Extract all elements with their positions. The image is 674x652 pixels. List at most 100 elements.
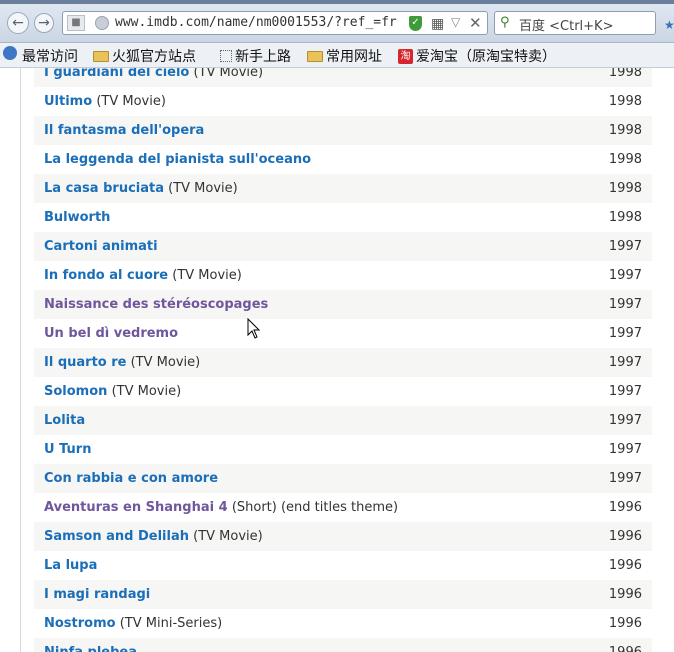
- film-title-cell: Lolita: [44, 406, 85, 435]
- bookmark-label: 火狐官方站点: [112, 49, 196, 65]
- film-title-link[interactable]: Solomon: [44, 384, 107, 399]
- film-title-cell: Samson and Delilah (TV Movie): [44, 522, 263, 551]
- filmography-row: La leggenda del pianista sull'oceano 1998: [34, 145, 652, 174]
- bookmark-most-visited[interactable]: 最常访问: [22, 46, 78, 66]
- film-type-label: (TV Movie): [172, 268, 242, 283]
- url-dropdown-icon[interactable]: ▽: [451, 15, 460, 29]
- film-title-cell: La leggenda del pianista sull'oceano: [44, 145, 311, 174]
- filmography-row: Il fantasma dell'opera 1998: [34, 116, 652, 145]
- address-bar[interactable]: ■ www.imdb.com/name/nm0001553/?ref_=fr ✓…: [62, 11, 488, 35]
- filmography-row: Solomon (TV Movie) 1997: [34, 377, 652, 406]
- film-title-link[interactable]: Nostromo: [44, 616, 116, 631]
- bookmark-getting-started[interactable]: 新手上路: [220, 46, 291, 66]
- film-year: 1998: [608, 123, 642, 138]
- film-title-cell: Solomon (TV Movie): [44, 377, 181, 406]
- film-year: 1998: [608, 152, 642, 167]
- filmography-row: In fondo al cuore (TV Movie) 1997: [34, 261, 652, 290]
- film-year: 1997: [608, 239, 642, 254]
- folder-icon: [93, 50, 109, 62]
- filmography-row: Ultimo (TV Movie) 1998: [34, 87, 652, 116]
- security-shield-icon[interactable]: ✓: [409, 16, 422, 31]
- bookmarks-menu-icon[interactable]: [3, 46, 20, 60]
- film-title-cell: Bulworth: [44, 203, 110, 232]
- filmography-row: I magi randagi 1996: [34, 580, 652, 609]
- search-icon[interactable]: ⚲: [500, 15, 510, 30]
- film-title-cell: Il quarto re (TV Movie): [44, 348, 200, 377]
- bookmark-label: 常用网址: [326, 49, 382, 65]
- film-title-cell: Naissance des stéréoscopages: [44, 290, 268, 319]
- film-year: 1997: [608, 471, 642, 486]
- search-box[interactable]: ⚲ 百度 <Ctrl+K>: [494, 11, 656, 35]
- filmography-row: Aventuras en Shanghai 4 (Short) (end tit…: [34, 493, 652, 522]
- film-title-link[interactable]: Il fantasma dell'opera: [44, 123, 204, 138]
- qr-code-icon[interactable]: ▦: [431, 16, 444, 32]
- film-title-link[interactable]: La lupa: [44, 558, 97, 573]
- film-year: 1997: [608, 326, 642, 341]
- filmography-row: Lolita 1997: [34, 406, 652, 435]
- film-title-link[interactable]: I magi randagi: [44, 587, 150, 602]
- film-title-link[interactable]: Naissance des stéréoscopages: [44, 297, 268, 312]
- film-title-link[interactable]: Bulworth: [44, 210, 110, 225]
- film-year: 1997: [608, 268, 642, 283]
- film-title-link[interactable]: Ultimo: [44, 94, 92, 109]
- search-placeholder[interactable]: 百度 <Ctrl+K>: [519, 15, 613, 34]
- taobao-icon: 淘: [398, 48, 413, 64]
- bookmark-label: 新手上路: [235, 49, 291, 65]
- bookmark-label: 爱淘宝（原淘宝特卖）: [416, 49, 556, 65]
- url-text[interactable]: www.imdb.com/name/nm0001553/?ref_=fr: [115, 15, 397, 30]
- film-title-link[interactable]: Lolita: [44, 413, 85, 428]
- filmography-row: I guardiani del cielo (TV Movie) 1998: [34, 68, 652, 87]
- film-year: 1996: [608, 529, 642, 544]
- film-title-link[interactable]: La leggenda del pianista sull'oceano: [44, 152, 311, 167]
- film-year: 1997: [608, 413, 642, 428]
- film-type-label: (TV Movie): [168, 181, 238, 196]
- stop-icon[interactable]: ✕: [469, 14, 482, 32]
- film-title-link[interactable]: La casa bruciata: [44, 181, 164, 196]
- bookmark-ai-taobao[interactable]: 淘 爱淘宝（原淘宝特卖）: [398, 46, 556, 66]
- film-title-link[interactable]: Con rabbia e con amore: [44, 471, 218, 486]
- film-title-link[interactable]: Cartoni animati: [44, 239, 158, 254]
- film-type-label: (TV Movie): [111, 384, 182, 399]
- film-title-cell: Aventuras en Shanghai 4 (Short) (end tit…: [44, 493, 398, 522]
- forward-arrow-icon: →: [38, 15, 50, 31]
- film-title-cell: La lupa: [44, 551, 97, 580]
- film-title-cell: In fondo al cuore (TV Movie): [44, 261, 242, 290]
- back-button[interactable]: ←: [7, 12, 29, 34]
- film-title-link[interactable]: I guardiani del cielo: [44, 68, 189, 80]
- page-icon[interactable]: ■: [67, 15, 85, 31]
- film-year: 1998: [608, 181, 642, 196]
- film-title-link[interactable]: Aventuras en Shanghai 4: [44, 500, 228, 515]
- bookmark-firefox-official[interactable]: 火狐官方站点: [93, 46, 196, 66]
- film-year: 1997: [608, 355, 642, 370]
- film-title-link[interactable]: Un bel dì vedremo: [44, 326, 178, 341]
- filmography-row: Con rabbia e con amore 1997: [34, 464, 652, 493]
- film-year: 1998: [608, 94, 642, 109]
- filmography-row: U Turn 1997: [34, 435, 652, 464]
- content-left-border: [20, 68, 21, 652]
- filmography-row: Cartoni animati 1997: [34, 232, 652, 261]
- film-title-cell: I magi randagi: [44, 580, 150, 609]
- bookmark-star-icon[interactable]: ★: [664, 18, 674, 32]
- film-title-link[interactable]: Il quarto re: [44, 355, 126, 370]
- film-title-cell: Ninfa plebea: [44, 638, 137, 652]
- filmography-list: I guardiani del cielo (TV Movie) 1998 Ulti…: [34, 68, 652, 652]
- forward-button[interactable]: →: [34, 13, 54, 33]
- filmography-row: Samson and Delilah (TV Movie) 1996: [34, 522, 652, 551]
- film-title-cell: Ultimo (TV Movie): [44, 87, 166, 116]
- filmography-row: Il quarto re (TV Movie) 1997: [34, 348, 652, 377]
- film-title-cell: Il fantasma dell'opera: [44, 116, 204, 145]
- bookmark-common-sites[interactable]: 常用网址: [307, 46, 382, 66]
- film-title-link[interactable]: U Turn: [44, 442, 91, 457]
- film-title-link[interactable]: Samson and Delilah: [44, 529, 189, 544]
- film-year: 1996: [608, 558, 642, 573]
- site-identity-icon[interactable]: [95, 16, 109, 30]
- filmography-row: Bulworth 1998: [34, 203, 652, 232]
- filmography-row: La lupa 1996: [34, 551, 652, 580]
- filmography-row: Ninfa plebea 1996: [34, 638, 652, 652]
- film-year: 1997: [608, 297, 642, 312]
- film-title-cell: U Turn: [44, 435, 91, 464]
- film-title-link[interactable]: In fondo al cuore: [44, 268, 168, 283]
- film-type-label: (TV Movie): [130, 355, 201, 370]
- film-title-link[interactable]: Ninfa plebea: [44, 645, 137, 652]
- film-title-cell: La casa bruciata (TV Movie): [44, 174, 238, 203]
